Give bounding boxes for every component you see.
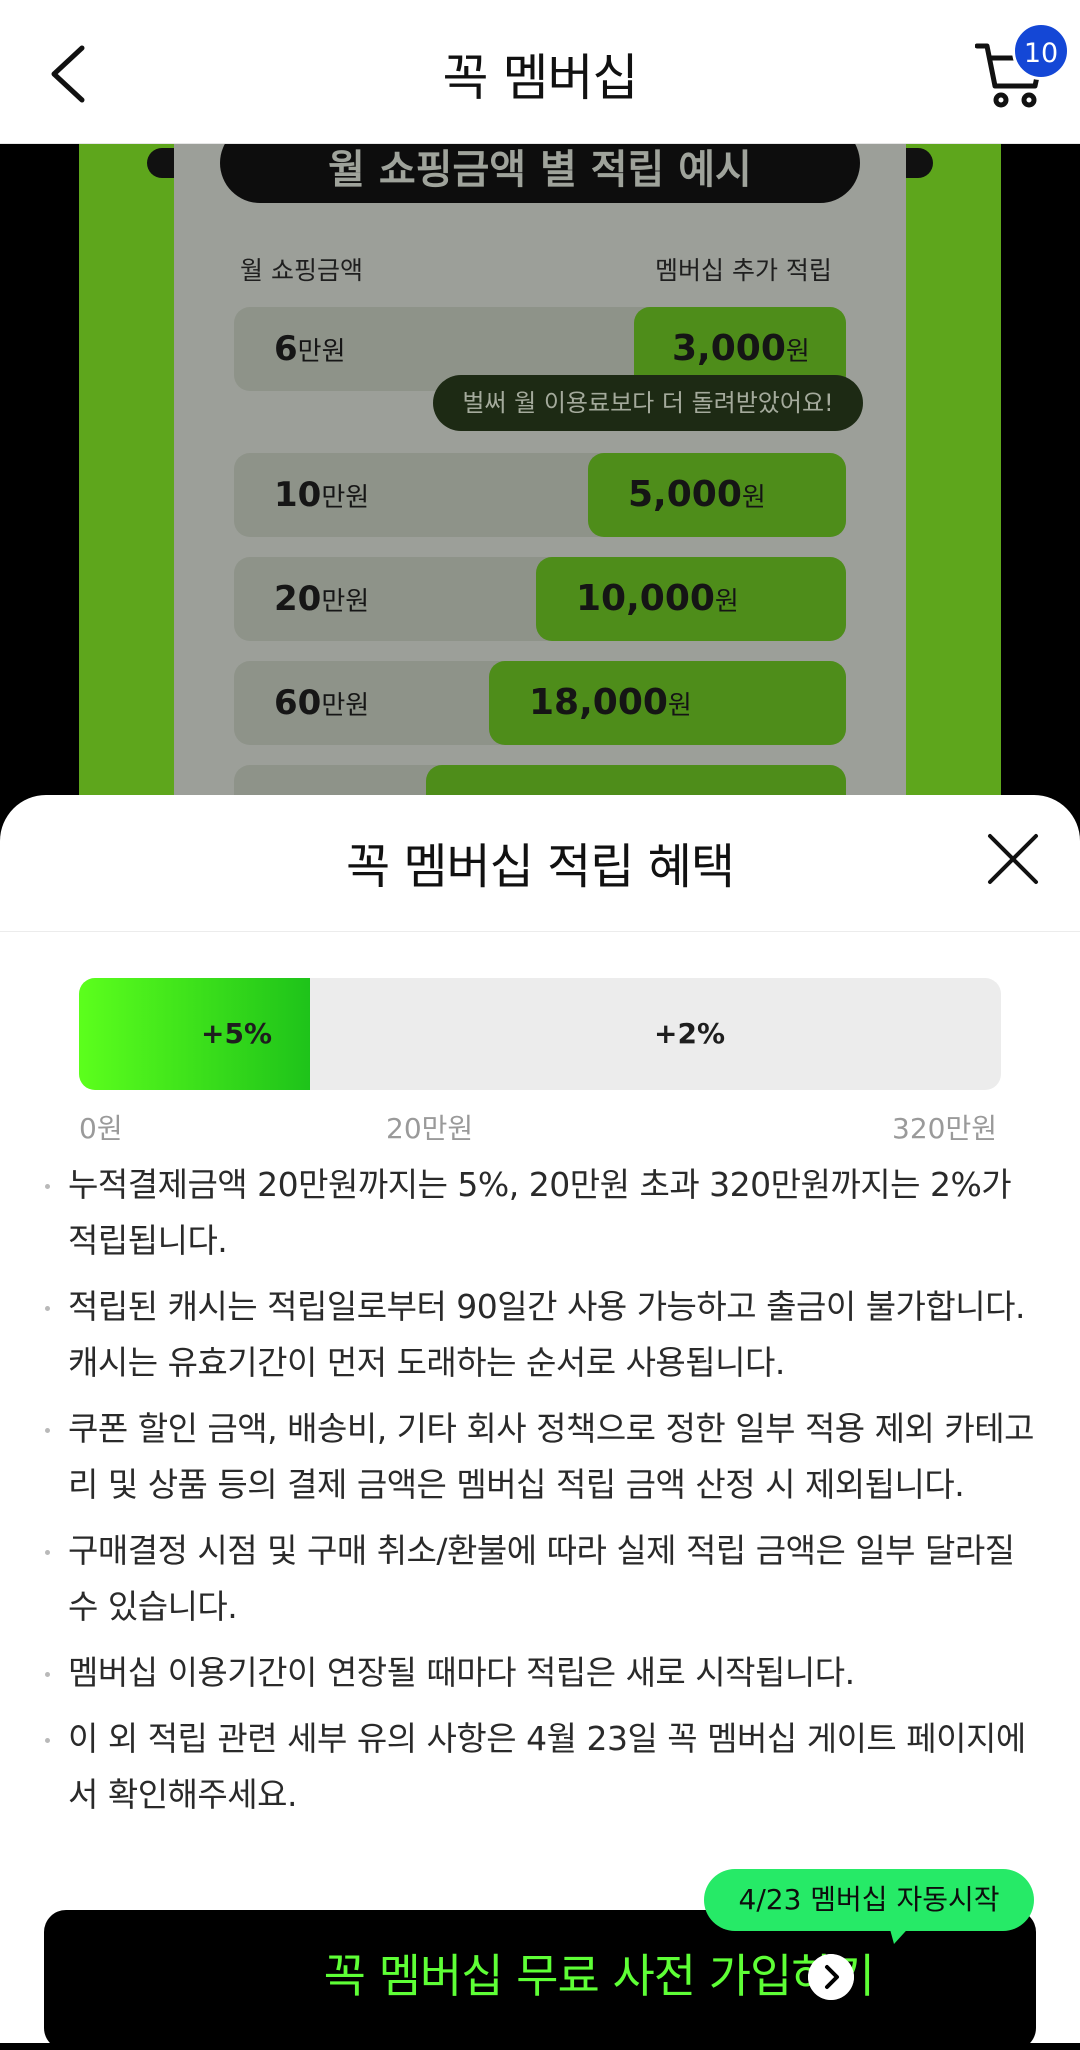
banner-title: 월 쇼핑금액 별 적립 예시	[220, 143, 860, 203]
benefit-sheet: 꼭 멤버십 적립 혜택 +5% +2% 0원 20만원 320만원 누적결제금액…	[0, 795, 1080, 2043]
top-bar: 꼭 멤버십 10	[0, 0, 1080, 144]
banner-row: 10만원 5,000원	[234, 453, 846, 537]
sheet-title: 꼭 멤버십 적립 혜택	[345, 839, 735, 895]
list-item: 이 외 적립 관련 세부 유의 사항은 4월 23일 꼭 멤버십 게이트 페이지…	[40, 1711, 1040, 1823]
row-amount-unit: 만원	[321, 691, 370, 721]
rate-low-label: +5%	[201, 1017, 272, 1050]
list-item: 적립된 캐시는 적립일로부터 90일간 사용 가능하고 출금이 불가합니다. 캐…	[40, 1279, 1040, 1391]
tick-label: 20만원	[386, 1112, 474, 1145]
list-item: 구매결정 시점 및 구매 취소/환불에 따라 실제 적립 금액은 일부 달라질 …	[40, 1523, 1040, 1635]
row-amount: 6	[274, 329, 298, 369]
close-icon[interactable]	[986, 832, 1040, 886]
row-amount: 10	[274, 475, 322, 515]
divider	[0, 931, 1080, 932]
list-item: 멤버십 이용기간이 연장될 때마다 적립은 새로 시작됩니다.	[40, 1645, 1040, 1701]
row-amount-unit: 만원	[321, 483, 370, 513]
auto-start-tooltip: 4/23 멤버십 자동시작	[704, 1869, 1034, 1931]
row-value: 18,000	[529, 682, 668, 723]
banner-row: 60만원 18,000원	[234, 661, 846, 745]
row-value: 3,000	[672, 328, 786, 369]
row-amount: 60	[274, 683, 322, 723]
banner-row: 20만원 10,000원	[234, 557, 846, 641]
notes-list: 누적결제금액 20만원까지는 5%, 20만원 초과 320만원까지는 2%가 …	[40, 1157, 1040, 1833]
rate-bar: +5% +2%	[79, 978, 1001, 1090]
cart-count-badge: 10	[1012, 22, 1070, 80]
row-value-unit: 원	[667, 691, 692, 721]
row-value-unit: 원	[785, 337, 810, 367]
banner-tip: 벌써 월 이용료보다 더 돌려받았어요!	[433, 375, 863, 431]
page-title: 꼭 멤버십	[442, 49, 639, 107]
banner-label-right: 멤버십 추가 적립	[655, 256, 832, 285]
row-amount: 20	[274, 579, 322, 619]
row-value-unit: 원	[714, 587, 739, 617]
membership-banner: 월 쇼핑금액 별 적립 예시 월 쇼핑금액 멤버십 추가 적립 6만원 3,00…	[0, 143, 1080, 823]
row-amount-unit: 만원	[321, 587, 370, 617]
tick-label: 320만원	[892, 1112, 997, 1145]
rate-high-label: +2%	[654, 1017, 725, 1050]
chevron-right-icon	[808, 1954, 854, 2000]
row-value: 5,000	[628, 474, 742, 515]
rate-bar-fill	[79, 978, 310, 1090]
row-value-unit: 원	[741, 483, 766, 513]
row-value: 10,000	[576, 578, 715, 619]
tick-label: 0원	[79, 1112, 123, 1145]
banner-label-left: 월 쇼핑금액	[240, 256, 363, 285]
row-amount-unit: 만원	[297, 337, 346, 367]
list-item: 쿠폰 할인 금액, 배송비, 기타 회사 정책으로 정한 일부 적용 제외 카테…	[40, 1401, 1040, 1513]
list-item: 누적결제금액 20만원까지는 5%, 20만원 초과 320만원까지는 2%가 …	[40, 1157, 1040, 1269]
